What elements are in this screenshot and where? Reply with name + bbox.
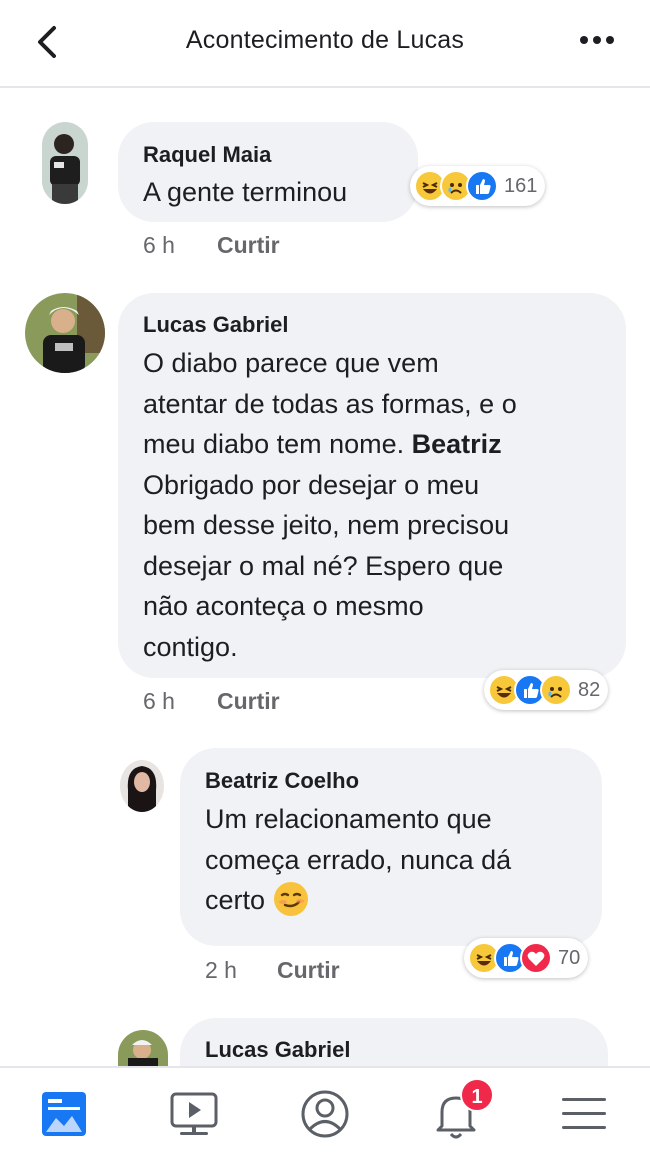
nav-news-feed[interactable] <box>36 1086 96 1142</box>
avatar[interactable] <box>120 760 164 812</box>
comment-author[interactable]: Lucas Gabriel <box>205 1037 351 1063</box>
comment-timestamp: 6 h <box>143 232 175 258</box>
more-dots-icon <box>580 36 588 44</box>
watch-icon <box>170 1092 218 1135</box>
like-button[interactable]: Curtir <box>217 232 280 259</box>
love-reaction-icon <box>520 942 552 974</box>
reaction-summary[interactable]: 70 <box>464 938 589 978</box>
comment-text: O diabo parece que vem atentar de todas … <box>143 348 517 662</box>
sad-reaction-icon <box>540 674 572 706</box>
news-feed-icon <box>42 1092 86 1136</box>
notification-badge: 1 <box>460 1078 494 1112</box>
menu-icon <box>562 1098 606 1129</box>
comment-author[interactable]: Lucas Gabriel <box>143 312 289 338</box>
nav-menu[interactable] <box>556 1086 616 1142</box>
smirk-emoji <box>273 882 308 916</box>
comment-author[interactable]: Beatriz Coelho <box>205 768 359 794</box>
avatar[interactable] <box>25 293 105 373</box>
reaction-count: 82 <box>578 678 601 701</box>
bottom-navigation <box>0 1066 650 1156</box>
nav-profile[interactable] <box>297 1086 357 1142</box>
comment-author[interactable]: Raquel Maia <box>143 142 271 168</box>
avatar[interactable] <box>118 1030 168 1066</box>
more-options-button[interactable] <box>580 30 620 50</box>
mention-link[interactable]: Beatriz <box>412 429 502 459</box>
reaction-summary[interactable]: 82 <box>484 670 609 710</box>
comment-timestamp: 2 h <box>205 957 237 983</box>
like-button[interactable]: Curtir <box>277 957 340 984</box>
comment-text: A gente terminou <box>143 177 348 207</box>
like-reaction-icon <box>466 170 498 202</box>
avatar[interactable] <box>42 122 88 204</box>
profile-icon <box>301 1090 349 1138</box>
reaction-count: 161 <box>504 174 538 197</box>
nav-watch[interactable] <box>166 1086 226 1142</box>
top-bar: Acontecimento de Lucas <box>0 0 650 88</box>
comment-timestamp: 6 h <box>143 688 175 714</box>
reaction-summary[interactable]: 161 <box>410 166 546 206</box>
comment-text: Um relacionamento que começa errado, nun… <box>205 804 512 916</box>
reaction-count: 70 <box>558 946 581 969</box>
like-button[interactable]: Curtir <box>217 688 280 715</box>
page-title: Acontecimento de Lucas <box>185 26 465 54</box>
